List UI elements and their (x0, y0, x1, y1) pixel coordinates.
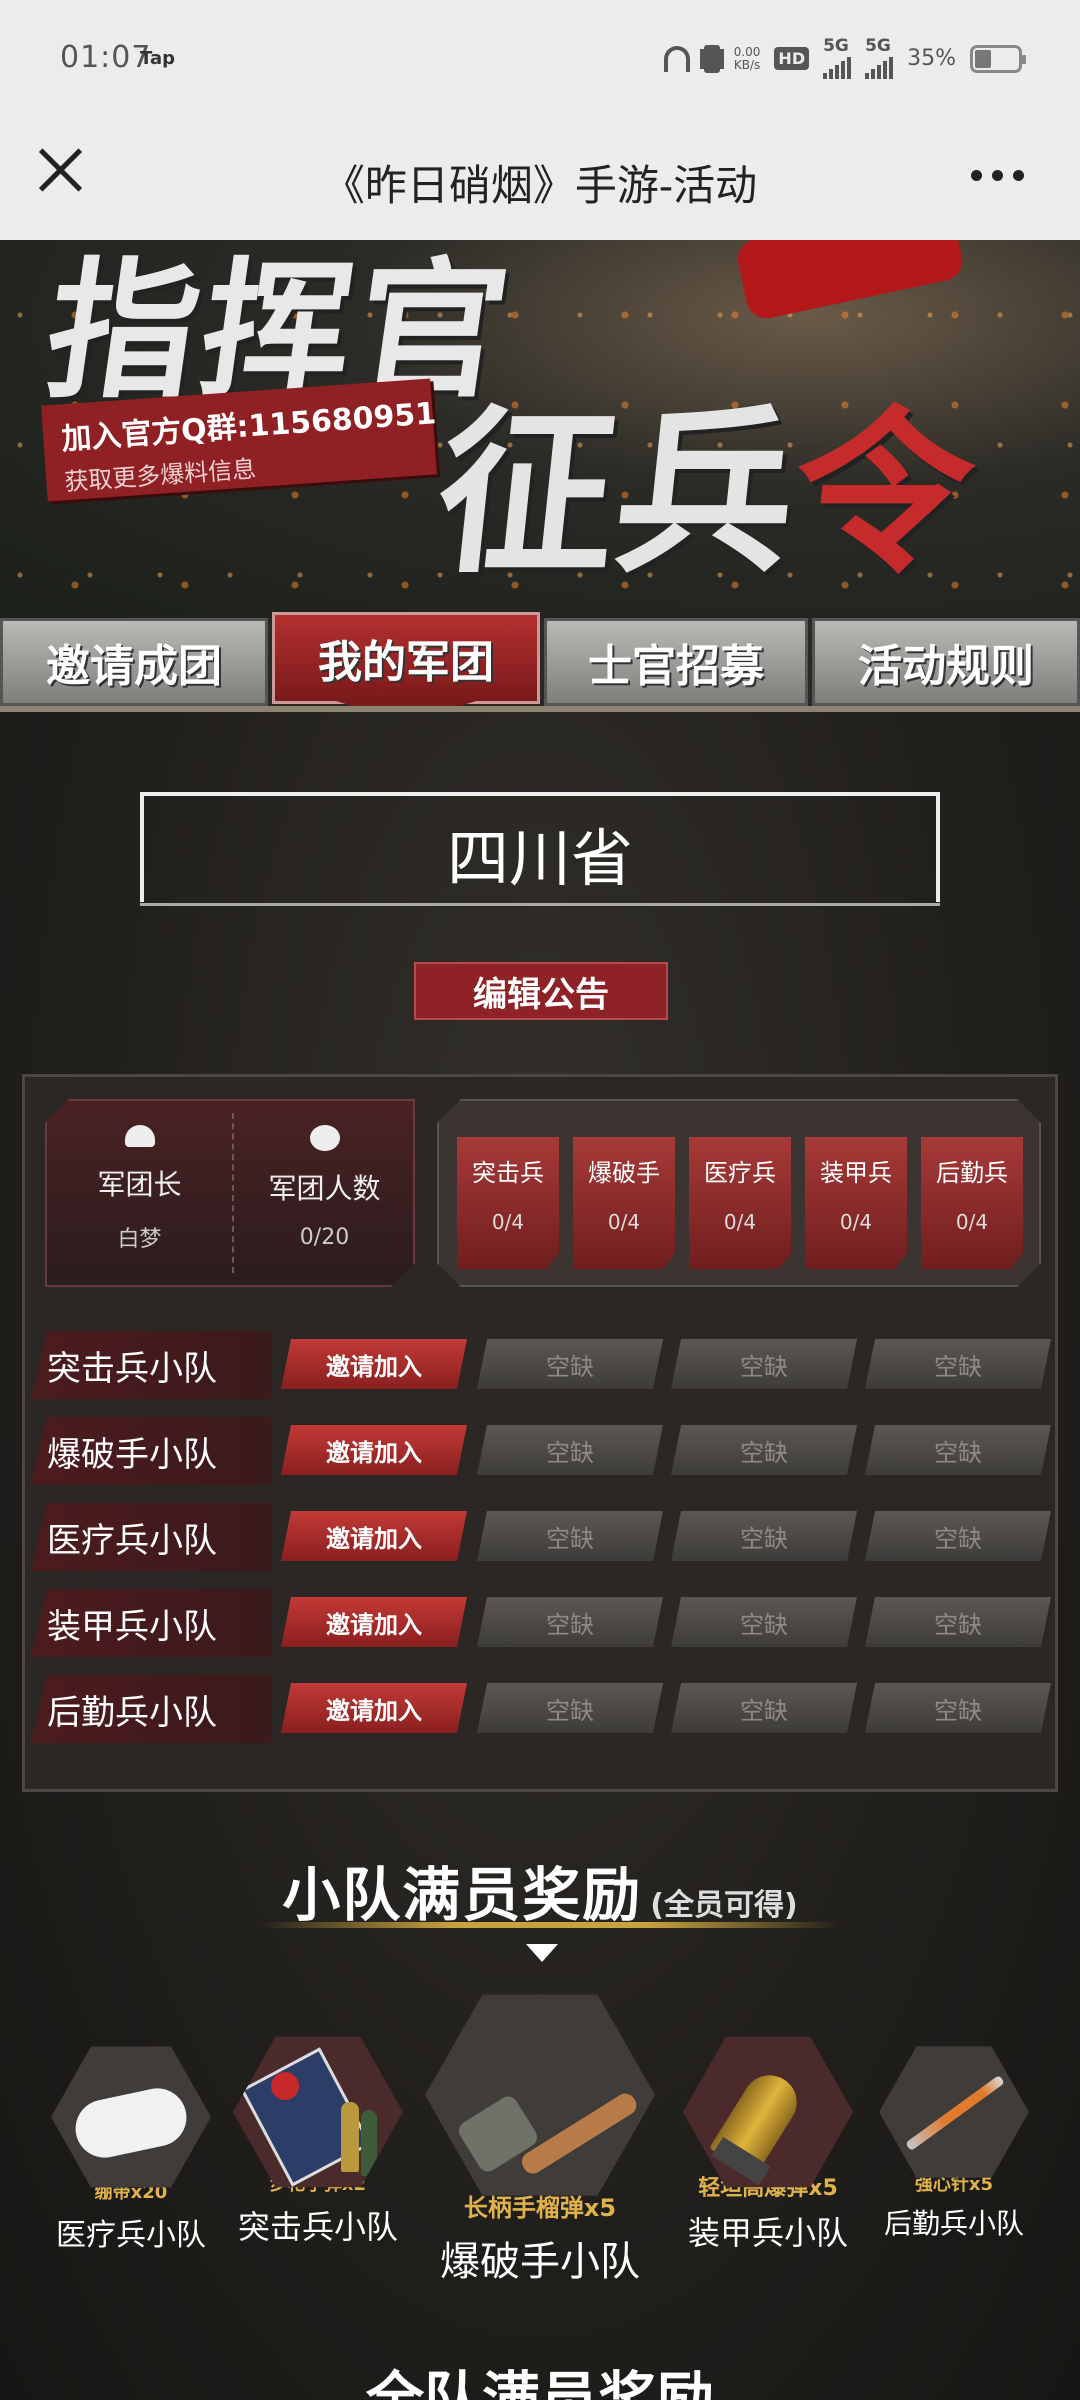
syringe-icon (879, 2046, 1029, 2178)
empty-slot: 空缺 (477, 1597, 663, 1647)
edit-notice-button[interactable]: 编辑公告 (414, 962, 668, 1020)
my-legion-panel: 四川省 编辑公告 军团长 白梦 军团人数 0/20 突击兵 0/4 爆破手 0/4 (0, 712, 1080, 2400)
role-assault: 突击兵 0/4 (457, 1137, 559, 1269)
member-count-column: 军团人数 0/20 (232, 1125, 417, 1250)
role-logistics: 后勤兵 0/4 (921, 1137, 1023, 1269)
reward-adrenaline: 强心针x5 后勤兵小队 (866, 2042, 1042, 2242)
invite-join-button[interactable]: 邀请加入 (281, 1425, 467, 1475)
banner-headline-2: 征兵令 (427, 390, 984, 597)
role-medic: 医疗兵 0/4 (689, 1137, 791, 1269)
empty-slot: 空缺 (477, 1339, 663, 1389)
empty-slot: 空缺 (865, 1597, 1051, 1647)
squad-reward-subtitle: (全员可得) (650, 1888, 798, 1923)
leader-column: 军团长 白梦 (47, 1125, 232, 1253)
reward-underline (260, 1922, 840, 1928)
member-count-label: 军团人数 (268, 1172, 381, 1205)
headphones-icon (663, 45, 690, 72)
empty-slot: 空缺 (477, 1683, 663, 1733)
squad-name: 后勤兵小队 (31, 1675, 271, 1743)
empty-slot: 空缺 (865, 1683, 1051, 1733)
invite-join-button[interactable]: 邀请加入 (281, 1339, 467, 1389)
empty-slot: 空缺 (865, 1425, 1051, 1475)
leader-label: 军团长 (97, 1168, 182, 1201)
empty-slot: 空缺 (671, 1683, 857, 1733)
star-badge-icon (310, 1125, 340, 1151)
legion-roster: 军团长 白梦 军团人数 0/20 突击兵 0/4 爆破手 0/4 医疗兵 0/4 装甲… (22, 1074, 1058, 1792)
empty-slot: 空缺 (671, 1339, 857, 1389)
invite-join-button[interactable]: 邀请加入 (281, 1683, 467, 1733)
bandage-icon (51, 2046, 211, 2188)
page-title: 《昨日硝烟》手游-活动 (322, 161, 758, 210)
reward-stick-grenade: 长柄手榴弹x5 爆破手小队 (420, 1988, 660, 2287)
notice-text: 四川省 (446, 822, 633, 895)
squad-row-demolition: 爆破手小队 邀请加入 空缺 空缺 空缺 (31, 1417, 1057, 1485)
reward-squad: 突击兵小队 (237, 2208, 398, 2246)
signal-5g-2: 5G (865, 38, 894, 79)
empty-slot: 空缺 (865, 1511, 1051, 1561)
empty-slot: 空缺 (671, 1597, 857, 1647)
status-app-tag: Tap (140, 48, 175, 69)
empty-slot: 空缺 (671, 1425, 857, 1475)
signal-5g-1: 5G (823, 38, 852, 79)
empty-slot: 空缺 (671, 1511, 857, 1561)
team-reward-title: 全队满员奖励 (365, 2365, 714, 2400)
title-bar: 《昨日硝烟》手游-活动 (0, 118, 1080, 240)
reward-squad: 后勤兵小队 (883, 2207, 1024, 2240)
role-armor: 装甲兵 0/4 (805, 1137, 907, 1269)
empty-slot: 空缺 (865, 1339, 1051, 1389)
squad-row-logistics: 后勤兵小队 邀请加入 空缺 空缺 空缺 (31, 1675, 1057, 1743)
invite-join-button[interactable]: 邀请加入 (281, 1511, 467, 1561)
invite-join-button[interactable]: 邀请加入 (281, 1597, 467, 1647)
status-icons: 0.00 KB/s HD 5G 5G 35% (663, 38, 1026, 79)
squad-name: 装甲兵小队 (31, 1589, 271, 1657)
squad-row-armor: 装甲兵小队 邀请加入 空缺 空缺 空缺 (31, 1589, 1057, 1657)
net-speed: 0.00 KB/s (733, 44, 761, 72)
tab-my-legion[interactable]: 我的军团 (272, 612, 540, 723)
vibrate-icon (703, 44, 720, 73)
tab-bar: 邀请成团 我的军团 士官招募 活动规则 (0, 612, 1080, 723)
ammo-box-icon (233, 2036, 403, 2188)
role-counts-card: 突击兵 0/4 爆破手 0/4 医疗兵 0/4 装甲兵 0/4 后勤兵 0/4 (437, 1099, 1041, 1287)
tank-shell-icon (683, 2036, 853, 2188)
reward-tank-shell: 轻坦高爆弹x5 装甲兵小队 (676, 2032, 860, 2254)
reward-rifle-ammo: 步枪子弹x2 突击兵小队 (226, 2032, 410, 2248)
squad-name: 医疗兵小队 (31, 1503, 271, 1571)
legion-summary-card: 军团长 白梦 军团人数 0/20 (45, 1099, 415, 1287)
squad-name: 爆破手小队 (31, 1417, 271, 1485)
reward-squad: 装甲兵小队 (687, 2214, 848, 2252)
squad-name: 突击兵小队 (31, 1331, 271, 1399)
grenade-icon (425, 1994, 655, 2196)
empty-slot: 空缺 (477, 1425, 663, 1475)
event-banner: 指挥官 征兵令 加入官方Q群:115680951 获取更多爆料信息 (0, 240, 1080, 622)
tab-invite-team[interactable]: 邀请成团 (0, 618, 268, 706)
tab-officer-recruit[interactable]: 士官招募 (544, 618, 808, 706)
caret-down-icon (526, 1944, 558, 1962)
reward-squad: 爆破手小队 (440, 2239, 640, 2285)
leader-name: 白梦 (117, 1227, 162, 1252)
tab-event-rules[interactable]: 活动规则 (812, 618, 1080, 706)
empty-slot: 空缺 (477, 1511, 663, 1561)
role-demolition: 爆破手 0/4 (573, 1137, 675, 1269)
signal-icon (865, 55, 894, 79)
battery-percent: 35% (907, 46, 956, 71)
squad-row-medic: 医疗兵小队 邀请加入 空缺 空缺 空缺 (31, 1503, 1057, 1571)
signal-icon (823, 55, 852, 79)
legion-notice: 四川省 (140, 792, 940, 906)
reward-squad: 医疗兵小队 (56, 2218, 206, 2253)
helmet-icon (125, 1125, 155, 1147)
squad-reward-title: 小队满员奖励 (282, 1861, 643, 1929)
more-menu-button[interactable] (971, 170, 1024, 181)
status-bar: 01:07 Tap 0.00 KB/s HD 5G 5G 35% (0, 0, 1080, 118)
battery-icon (970, 44, 1026, 73)
member-count-value: 0/20 (299, 1225, 350, 1250)
hd-icon: HD (774, 47, 810, 70)
reward-bandage: 绷带x20 医疗兵小队 (46, 2042, 216, 2254)
squad-reward-heading: 小队满员奖励 (全员可得) (0, 1848, 1080, 1932)
status-time: 01:07 (60, 40, 152, 75)
squad-row-assault: 突击兵小队 邀请加入 空缺 空缺 空缺 (31, 1331, 1057, 1399)
close-button[interactable] (36, 144, 86, 194)
